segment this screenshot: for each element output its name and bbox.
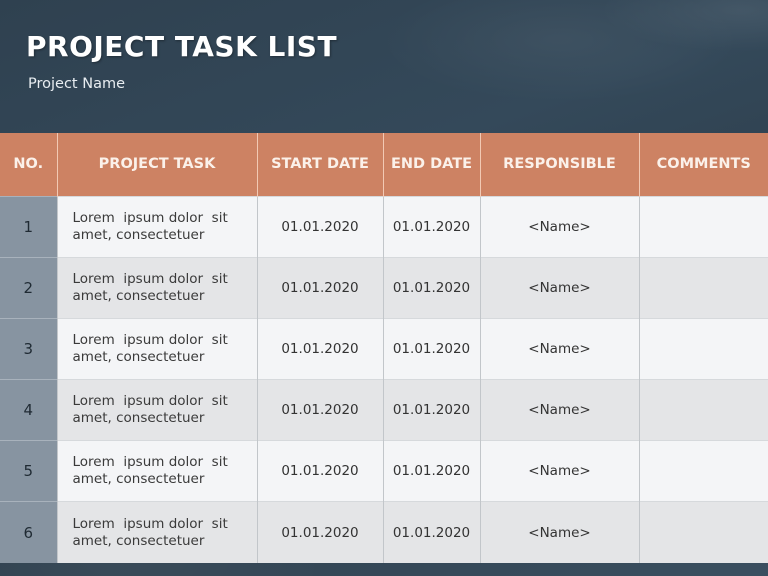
task-cell[interactable]: Lorem ipsum dolor sit amet, consectetuer (56, 195, 257, 258)
comments-cell[interactable] (638, 195, 768, 258)
start-date-cell[interactable]: 01.01.2020 (256, 195, 383, 258)
start-date-cell[interactable]: 01.01.2020 (256, 440, 383, 502)
table-row: 2 Lorem ipsum dolor sit amet, consectetue… (0, 256, 768, 319)
column-header-end-date: END DATE (382, 133, 480, 196)
project-name: Project Name (28, 76, 125, 92)
task-cell[interactable]: Lorem ipsum dolor sit amet, consectetuer (56, 501, 257, 564)
responsible-cell[interactable]: <Name> (479, 501, 639, 564)
responsible-cell[interactable]: <Name> (479, 317, 639, 380)
responsible-cell[interactable]: <Name> (479, 256, 639, 319)
comments-cell[interactable] (638, 440, 768, 502)
start-date-cell[interactable]: 01.01.2020 (256, 256, 383, 319)
comments-cell[interactable] (638, 256, 768, 319)
row-number: 5 (0, 440, 57, 502)
task-line: Lorem ipsum dolor sit (72, 454, 228, 471)
task-table: NO. PROJECT TASK START DATE END DATE RES… (0, 133, 768, 564)
row-number: 3 (0, 317, 57, 380)
responsible-cell[interactable]: <Name> (479, 379, 639, 441)
task-line: Lorem ipsum dolor sit (72, 270, 228, 287)
task-line: amet, consectetuer (72, 532, 205, 549)
end-date-cell[interactable]: 01.01.2020 (382, 317, 480, 380)
column-header-comments: COMMENTS (638, 133, 768, 196)
task-line: amet, consectetuer (72, 348, 205, 365)
responsible-cell[interactable]: <Name> (479, 440, 639, 502)
row-number: 6 (0, 501, 57, 564)
comments-cell[interactable] (638, 379, 768, 441)
table-row: 1 Lorem ipsum dolor sit amet, consectetue… (0, 195, 768, 258)
start-date-cell[interactable]: 01.01.2020 (256, 317, 383, 380)
table-row: 4 Lorem ipsum dolor sit amet, consectetue… (0, 379, 768, 441)
task-line: Lorem ipsum dolor sit (72, 331, 228, 348)
end-date-cell[interactable]: 01.01.2020 (382, 195, 480, 258)
task-cell[interactable]: Lorem ipsum dolor sit amet, consectetuer (56, 256, 257, 319)
column-header-start-date: START DATE (256, 133, 383, 196)
end-date-cell[interactable]: 01.01.2020 (382, 379, 480, 441)
row-number: 4 (0, 379, 57, 441)
task-cell[interactable]: Lorem ipsum dolor sit amet, consectetuer (56, 317, 257, 380)
comments-cell[interactable] (638, 317, 768, 380)
table-header-row: NO. PROJECT TASK START DATE END DATE RES… (0, 133, 768, 196)
task-line: Lorem ipsum dolor sit (72, 209, 228, 226)
column-header-responsible: RESPONSIBLE (479, 133, 639, 196)
end-date-cell[interactable]: 01.01.2020 (382, 440, 480, 502)
task-cell[interactable]: Lorem ipsum dolor sit amet, consectetuer (56, 379, 257, 441)
start-date-cell[interactable]: 01.01.2020 (256, 501, 383, 564)
column-header-project-task: PROJECT TASK (56, 133, 257, 196)
task-cell[interactable]: Lorem ipsum dolor sit amet, consectetuer (56, 440, 257, 502)
task-line: amet, consectetuer (72, 471, 205, 488)
table-row: 6 Lorem ipsum dolor sit amet, consectetue… (0, 501, 768, 564)
start-date-cell[interactable]: 01.01.2020 (256, 379, 383, 441)
row-number: 2 (0, 256, 57, 319)
responsible-cell[interactable]: <Name> (479, 195, 639, 258)
end-date-cell[interactable]: 01.01.2020 (382, 501, 480, 564)
row-number: 1 (0, 195, 57, 258)
task-line: Lorem ipsum dolor sit (72, 393, 228, 410)
page-title: PROJECT TASK LIST (26, 30, 338, 63)
task-line: amet, consectetuer (72, 287, 205, 304)
task-line: Lorem ipsum dolor sit (72, 515, 228, 532)
table-row: 3 Lorem ipsum dolor sit amet, consectetue… (0, 317, 768, 380)
table-row: 5 Lorem ipsum dolor sit amet, consectetue… (0, 440, 768, 502)
comments-cell[interactable] (638, 501, 768, 564)
task-line: amet, consectetuer (72, 226, 205, 243)
task-line: amet, consectetuer (72, 410, 205, 427)
end-date-cell[interactable]: 01.01.2020 (382, 256, 480, 319)
column-header-no: NO. (0, 133, 57, 196)
